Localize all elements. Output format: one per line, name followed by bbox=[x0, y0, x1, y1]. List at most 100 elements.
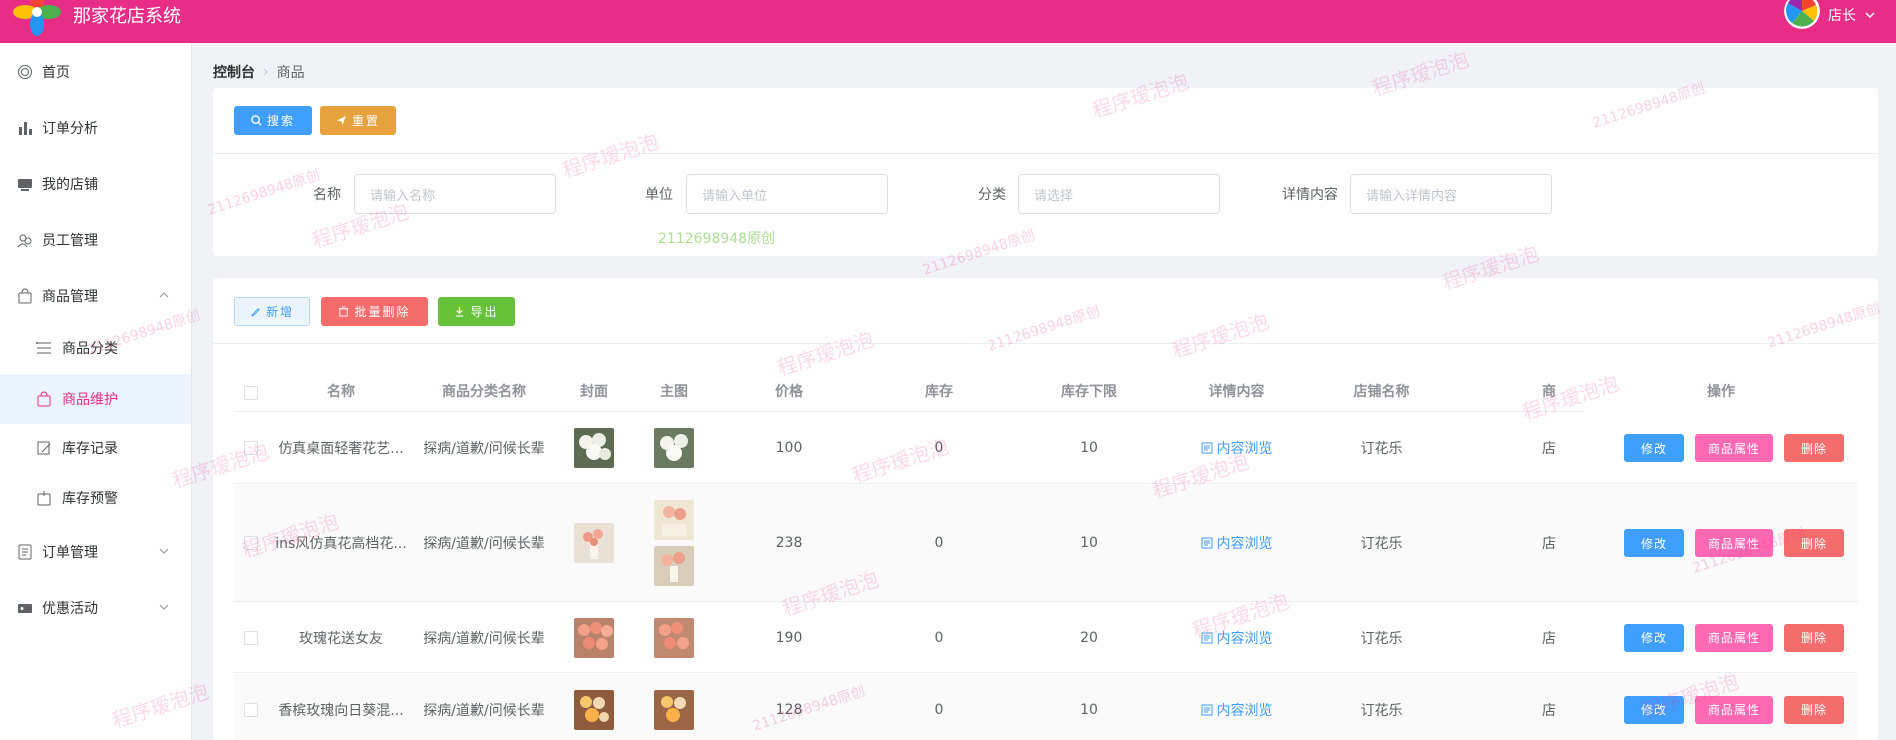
stock-min: 20 bbox=[1080, 629, 1098, 646]
sidebar-item-staff[interactable]: 员工管理 bbox=[0, 220, 191, 260]
main-image[interactable] bbox=[634, 674, 714, 740]
send-icon bbox=[336, 115, 347, 126]
breadcrumb-current: 商品 bbox=[276, 65, 305, 81]
add-button[interactable]: 新增 bbox=[234, 297, 310, 326]
shop-extra: 店 bbox=[1542, 441, 1556, 457]
sidebar-item-order-analysis[interactable]: 订单分析 bbox=[0, 108, 191, 148]
column-header: 操作 bbox=[1584, 373, 1858, 412]
detail-field-label: 详情内容 bbox=[1282, 187, 1338, 203]
sidebar-item-home[interactable]: 首页 bbox=[0, 52, 191, 92]
cover-image[interactable] bbox=[554, 674, 634, 740]
home-icon bbox=[16, 63, 34, 81]
chevron-right-icon: › bbox=[263, 64, 269, 80]
detail-link[interactable]: 内容浏览 bbox=[1164, 413, 1309, 483]
detail-link-label: 内容浏览 bbox=[1216, 536, 1273, 552]
main-image[interactable] bbox=[634, 485, 714, 601]
sidebar-item-my-shop[interactable]: 我的店铺 bbox=[0, 164, 191, 204]
edit-icon bbox=[251, 308, 260, 317]
column-header: 主图 bbox=[660, 384, 688, 400]
main-image[interactable] bbox=[634, 603, 714, 672]
name-input[interactable]: 请输入名称 bbox=[354, 174, 556, 214]
row-checkbox[interactable] bbox=[234, 603, 268, 672]
edit-button[interactable]: 修改 bbox=[1624, 623, 1684, 652]
sidebar-item-product-maintenance[interactable]: 商品维护 bbox=[0, 374, 191, 424]
sidebar-item-label: 优惠活动 bbox=[42, 601, 98, 617]
edit-button[interactable]: 修改 bbox=[1624, 695, 1684, 724]
reset-button[interactable]: 重置 bbox=[320, 106, 396, 135]
bar-chart-icon bbox=[16, 119, 34, 137]
row-checkbox[interactable] bbox=[234, 413, 268, 483]
edit-icon bbox=[35, 439, 53, 457]
detail-link[interactable]: 内容浏览 bbox=[1164, 485, 1309, 601]
flower-logo-icon bbox=[13, 0, 61, 36]
shop-name: 订花乐 bbox=[1360, 536, 1403, 552]
detail-link[interactable]: 内容浏览 bbox=[1164, 674, 1309, 740]
shop-name: 订花乐 bbox=[1360, 441, 1403, 457]
stock-min: 10 bbox=[1080, 440, 1098, 456]
row-checkbox[interactable] bbox=[234, 485, 268, 601]
sidebar-item-stock-alert[interactable]: 库存预警 bbox=[0, 478, 191, 518]
column-header: 封面 bbox=[580, 384, 608, 400]
column-header: 名称 bbox=[327, 384, 355, 400]
users-icon bbox=[16, 231, 34, 249]
category-select[interactable]: 请选择 bbox=[1018, 174, 1220, 214]
chevron-down-icon[interactable] bbox=[1864, 9, 1876, 21]
detail-link[interactable]: 内容浏览 bbox=[1164, 603, 1309, 672]
shop-extra: 店 bbox=[1542, 630, 1556, 647]
sidebar-item-promotions[interactable]: 优惠活动 bbox=[0, 588, 191, 628]
product-attr-button[interactable]: 商品属性 bbox=[1695, 695, 1773, 724]
cover-image[interactable] bbox=[554, 485, 634, 601]
search-button[interactable]: 搜索 bbox=[234, 106, 312, 135]
cover-image[interactable] bbox=[554, 603, 634, 672]
product-attr-button[interactable]: 商品属性 bbox=[1695, 529, 1773, 557]
sidebar-item-label: 首页 bbox=[42, 65, 70, 81]
column-header: 商 bbox=[1542, 384, 1556, 400]
search-button-label: 搜索 bbox=[266, 114, 295, 128]
user-menu[interactable]: 店长 bbox=[1784, 0, 1876, 30]
product-attr-button[interactable]: 商品属性 bbox=[1695, 623, 1773, 652]
stock: 0 bbox=[934, 629, 944, 646]
sidebar-item-product-category[interactable]: 商品分类 bbox=[0, 328, 191, 368]
edit-button[interactable]: 修改 bbox=[1624, 434, 1684, 462]
main-image[interactable] bbox=[634, 413, 714, 483]
name-field-label: 名称 bbox=[313, 187, 341, 203]
row-checkbox[interactable] bbox=[234, 674, 268, 740]
search-actions: 搜索 重置 bbox=[213, 88, 1878, 154]
avatar[interactable] bbox=[1784, 0, 1820, 29]
user-name[interactable]: 店长 bbox=[1828, 5, 1856, 25]
sidebar-item-label: 订单分析 bbox=[42, 121, 98, 137]
batch-delete-button[interactable]: 批量删除 bbox=[321, 297, 428, 326]
delete-button[interactable]: 删除 bbox=[1784, 434, 1844, 462]
document-icon bbox=[1201, 704, 1212, 715]
table-header: 名称 商品分类名称 封面 主图 价格 库存 库存下限 详情内容 店铺名称 商 操… bbox=[234, 373, 1858, 412]
chevron-up-icon bbox=[159, 290, 169, 303]
select-all-checkbox[interactable] bbox=[234, 373, 268, 412]
category-name: 探病/道歉/问候长辈 bbox=[423, 630, 545, 647]
sidebar-item-product-management[interactable]: 商品管理 bbox=[0, 276, 191, 316]
unit-input[interactable]: 请输入单位 bbox=[686, 174, 888, 214]
edit-button[interactable]: 修改 bbox=[1624, 529, 1684, 557]
cover-image[interactable] bbox=[554, 413, 634, 483]
sidebar-item-stock-records[interactable]: 库存记录 bbox=[0, 428, 191, 468]
bag-icon bbox=[16, 287, 34, 305]
export-button[interactable]: 导出 bbox=[438, 297, 515, 326]
sidebar: 首页 订单分析 我的店铺 员工管理 商品管理 商品分类 商品维护 库存记录 库存… bbox=[0, 43, 192, 740]
sidebar-item-label: 员工管理 bbox=[42, 233, 98, 249]
shop-icon bbox=[16, 175, 34, 193]
price: 100 bbox=[775, 440, 803, 456]
delete-button[interactable]: 删除 bbox=[1784, 529, 1844, 557]
product-name: 香槟玫瑰向日葵混... bbox=[278, 702, 404, 719]
price: 128 bbox=[775, 701, 803, 718]
export-button-label: 导出 bbox=[470, 305, 499, 319]
product-attr-button[interactable]: 商品属性 bbox=[1695, 434, 1773, 462]
breadcrumb-home[interactable]: 控制台 bbox=[213, 62, 255, 82]
delete-button[interactable]: 删除 bbox=[1784, 623, 1844, 652]
delete-button[interactable]: 删除 bbox=[1784, 695, 1844, 724]
sidebar-item-order-management[interactable]: 订单管理 bbox=[0, 532, 191, 572]
product-name: ins风仿真花高档花... bbox=[275, 536, 407, 552]
top-header: 那家花店系统 店长 bbox=[0, 0, 1896, 43]
detail-input[interactable]: 请输入详情内容 bbox=[1350, 174, 1552, 214]
detail-link-label: 内容浏览 bbox=[1216, 630, 1273, 647]
sidebar-item-label: 商品管理 bbox=[42, 289, 98, 305]
add-button-label: 新增 bbox=[265, 305, 294, 319]
